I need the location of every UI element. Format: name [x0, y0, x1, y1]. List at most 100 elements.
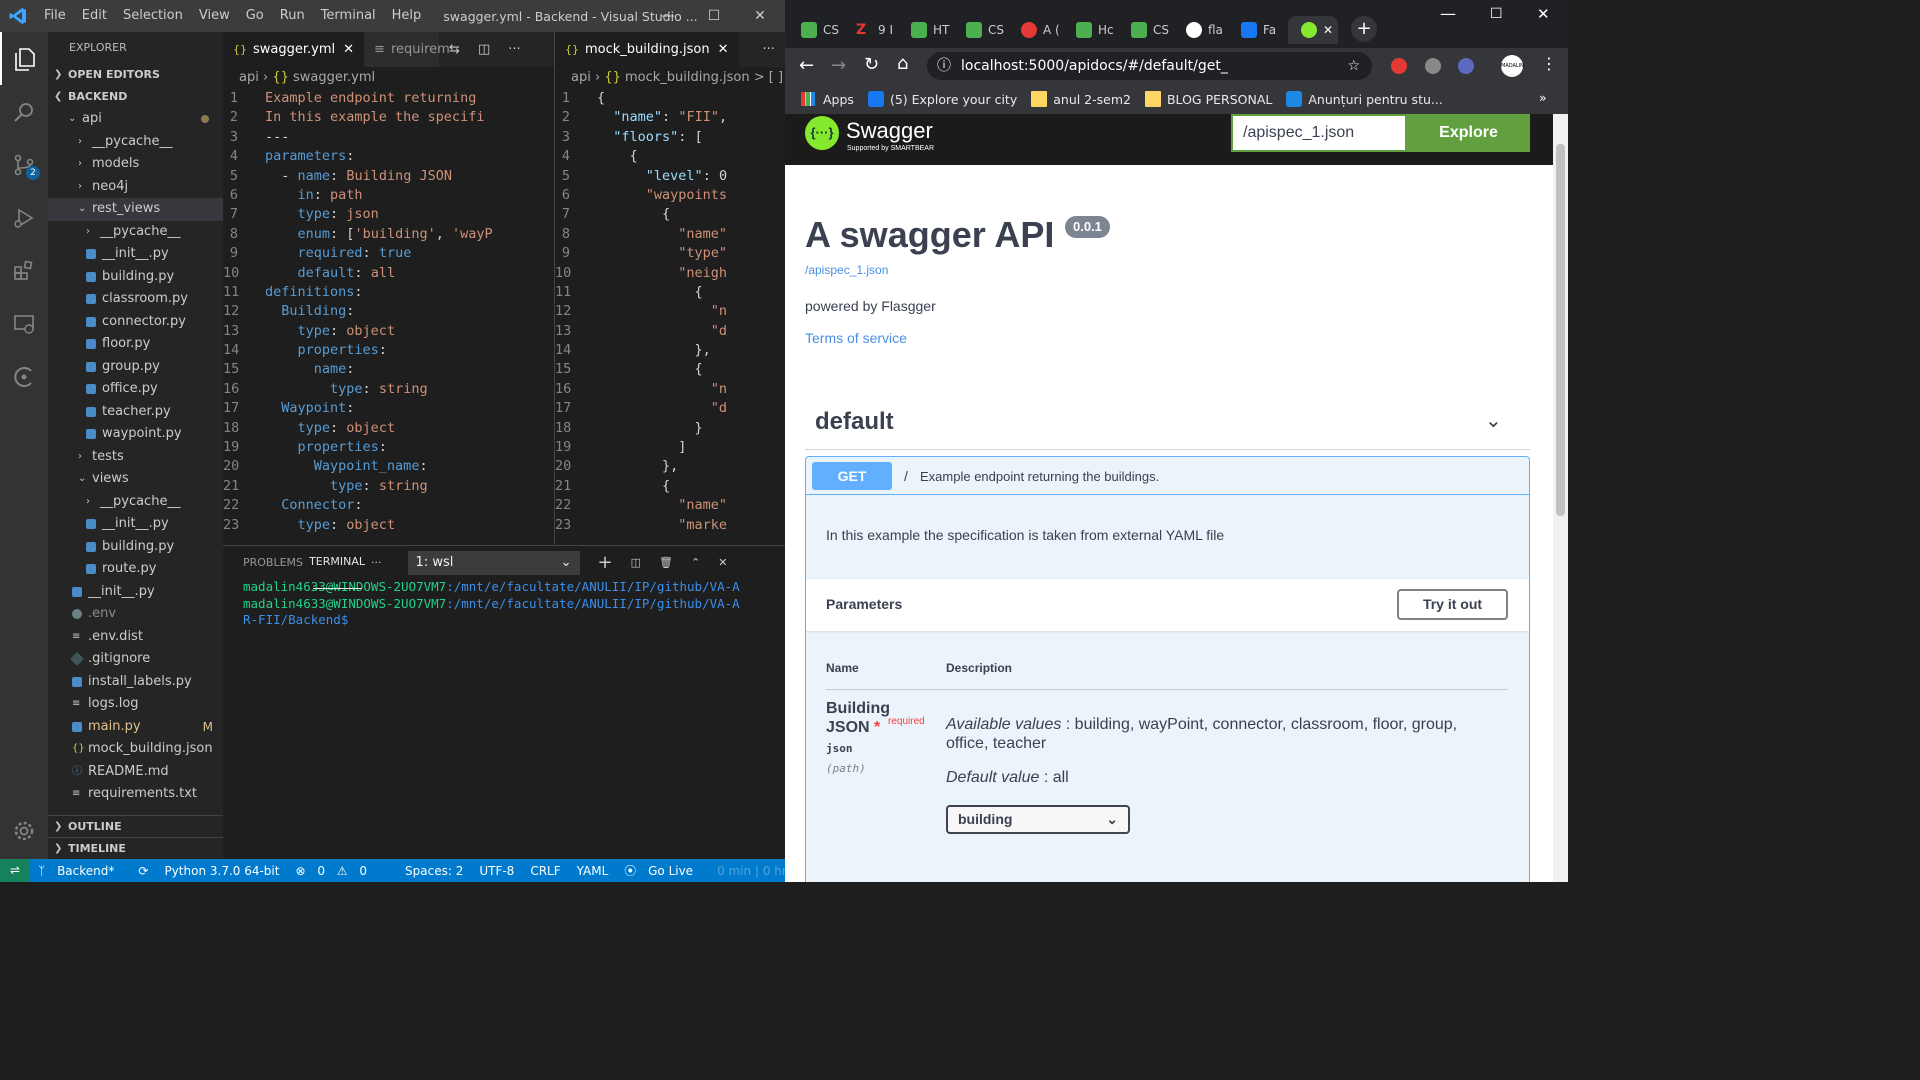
file-item[interactable]: .env: [48, 603, 223, 626]
forward-icon[interactable]: →: [831, 55, 846, 76]
gitlens-icon[interactable]: [0, 350, 48, 403]
tab-swagger-yml[interactable]: {} swagger.yml ✕: [223, 32, 365, 67]
file-item[interactable]: __init__.py: [48, 513, 223, 536]
file-item-main[interactable]: main.py M: [48, 716, 223, 739]
browser-tab[interactable]: Z9 I: [848, 16, 898, 44]
file-item[interactable]: waypoint.py: [48, 423, 223, 446]
close-icon[interactable]: ✕: [1537, 5, 1550, 23]
spec-link[interactable]: /apispec_1.json: [805, 263, 888, 277]
tab-terminal[interactable]: TERMINAL: [309, 536, 365, 589]
timeline-section[interactable]: ❯ TIMELINE: [48, 837, 223, 859]
folder-pycache[interactable]: › __pycache__: [48, 131, 223, 154]
more-actions-icon[interactable]: ···: [762, 42, 774, 57]
minimize-icon[interactable]: —: [645, 0, 691, 32]
try-it-out-button[interactable]: Try it out: [1397, 589, 1508, 620]
file-item[interactable]: building.py: [48, 266, 223, 289]
more-actions-icon[interactable]: ···: [508, 42, 520, 57]
maximize-icon[interactable]: ☐: [1490, 6, 1503, 22]
code-area[interactable]: 1 Example endpoint returning 2 In this exam…: [223, 89, 554, 535]
more-bookmarks-icon[interactable]: »: [1539, 90, 1547, 105]
bookmark-link[interactable]: Anunțuri pentru stu...: [1286, 91, 1443, 107]
terminal-select[interactable]: 1: wsl ⌄: [407, 550, 580, 575]
file-item[interactable]: __init__.py: [48, 243, 223, 266]
param-value-select[interactable]: building ⌄: [946, 805, 1130, 834]
source-control-icon[interactable]: 2: [0, 138, 48, 191]
scrollbar-thumb[interactable]: [1556, 144, 1565, 516]
home-icon[interactable]: ⌂: [897, 53, 908, 74]
extension-icon[interactable]: [1425, 58, 1441, 74]
terms-link[interactable]: Terms of service: [805, 330, 907, 346]
folder-rest-views[interactable]: ⌄ rest_views: [48, 198, 223, 221]
menu-edit[interactable]: Edit: [74, 0, 115, 32]
explorer-icon[interactable]: [0, 32, 48, 85]
folder-neo4j[interactable]: › neo4j: [48, 176, 223, 199]
close-tab-icon[interactable]: ✕: [1323, 23, 1333, 37]
extensions-icon[interactable]: [0, 244, 48, 297]
git-branch[interactable]: ᛉ Backend*: [30, 864, 130, 878]
reload-icon[interactable]: ↻: [864, 54, 879, 75]
back-icon[interactable]: ←: [799, 55, 814, 76]
menu-go[interactable]: Go: [238, 0, 272, 32]
folder-views[interactable]: ⌄ views: [48, 468, 223, 491]
bookmark-star-icon[interactable]: ☆: [1347, 52, 1360, 80]
browser-tab[interactable]: CS: [1123, 16, 1173, 44]
file-item[interactable]: ≡ logs.log: [48, 693, 223, 716]
folder-tests[interactable]: › tests: [48, 446, 223, 469]
close-tab-icon[interactable]: ✕: [343, 32, 354, 67]
maximize-icon[interactable]: ☐: [691, 0, 737, 32]
browser-tab[interactable]: A (: [1013, 16, 1063, 44]
run-debug-icon[interactable]: [0, 191, 48, 244]
settings-gear-icon[interactable]: [0, 804, 48, 857]
split-editor-icon[interactable]: ◫: [478, 42, 490, 57]
language-mode[interactable]: YAML: [569, 864, 617, 878]
trash-icon[interactable]: 🗑: [659, 556, 673, 569]
file-item[interactable]: floor.py: [48, 333, 223, 356]
new-tab-icon[interactable]: +: [1351, 16, 1377, 42]
menu-file[interactable]: File: [36, 0, 74, 32]
browser-tab[interactable]: Hc: [1068, 16, 1118, 44]
browser-tab[interactable]: HT: [903, 16, 953, 44]
backend-root-section[interactable]: ❮ BACKEND: [48, 86, 223, 108]
menu-selection[interactable]: Selection: [115, 0, 191, 32]
file-item[interactable]: classroom.py: [48, 288, 223, 311]
file-item[interactable]: install_labels.py: [48, 671, 223, 694]
go-live[interactable]: ⦿ Go Live: [616, 862, 709, 879]
code-area[interactable]: 1{2 "name": "FII", 3 "floors": [4 {5 "lev…: [555, 89, 785, 535]
browser-tab[interactable]: Fa: [1233, 16, 1283, 44]
profile-avatar[interactable]: MADALIN: [1501, 55, 1524, 77]
page-scrollbar[interactable]: [1553, 114, 1568, 882]
remote-icon[interactable]: ⇌: [0, 859, 31, 882]
file-item[interactable]: group.py: [48, 356, 223, 379]
bookmark-facebook[interactable]: (5) Explore your city: [867, 91, 1017, 107]
extension-icon[interactable]: [1458, 58, 1474, 74]
open-editors-section[interactable]: ❯ OPEN EDITORS: [48, 64, 223, 86]
explore-button[interactable]: Explore: [1407, 114, 1530, 152]
spec-url-input[interactable]: [1231, 114, 1407, 152]
file-item[interactable]: connector.py: [48, 311, 223, 334]
file-item[interactable]: teacher.py: [48, 401, 223, 424]
maximize-panel-icon[interactable]: ⌃: [691, 556, 700, 569]
split-terminal-icon[interactable]: ◫: [631, 556, 641, 569]
kebab-menu-icon[interactable]: ⋮: [1541, 54, 1557, 73]
file-item[interactable]: ⓘ README.md: [48, 761, 223, 784]
sync-icon[interactable]: ⟳: [130, 864, 156, 878]
new-terminal-icon[interactable]: +: [598, 552, 613, 573]
minimize-icon[interactable]: —: [1440, 4, 1456, 23]
close-panel-icon[interactable]: ✕: [718, 556, 727, 569]
file-item[interactable]: .gitignore: [48, 648, 223, 671]
extension-icon[interactable]: [1391, 58, 1407, 74]
browser-tab-active[interactable]: ✕: [1288, 16, 1338, 44]
browser-tab[interactable]: fla: [1178, 16, 1228, 44]
browser-tab[interactable]: CS: [958, 16, 1008, 44]
tab-mock-building-json[interactable]: {} mock_building.json ✕: [555, 32, 739, 67]
file-item[interactable]: ≡ requirements.txt: [48, 783, 223, 806]
menu-run[interactable]: Run: [272, 0, 313, 32]
menu-terminal[interactable]: Terminal: [313, 0, 384, 32]
search-icon[interactable]: [0, 85, 48, 138]
file-item[interactable]: building.py: [48, 536, 223, 559]
file-item[interactable]: {} mock_building.json: [48, 738, 223, 761]
problems-count[interactable]: ⊗ 0 ⚠ 0: [287, 864, 383, 878]
file-item[interactable]: route.py: [48, 558, 223, 581]
close-icon[interactable]: ✕: [737, 0, 783, 32]
line-endings[interactable]: CRLF: [522, 864, 568, 878]
